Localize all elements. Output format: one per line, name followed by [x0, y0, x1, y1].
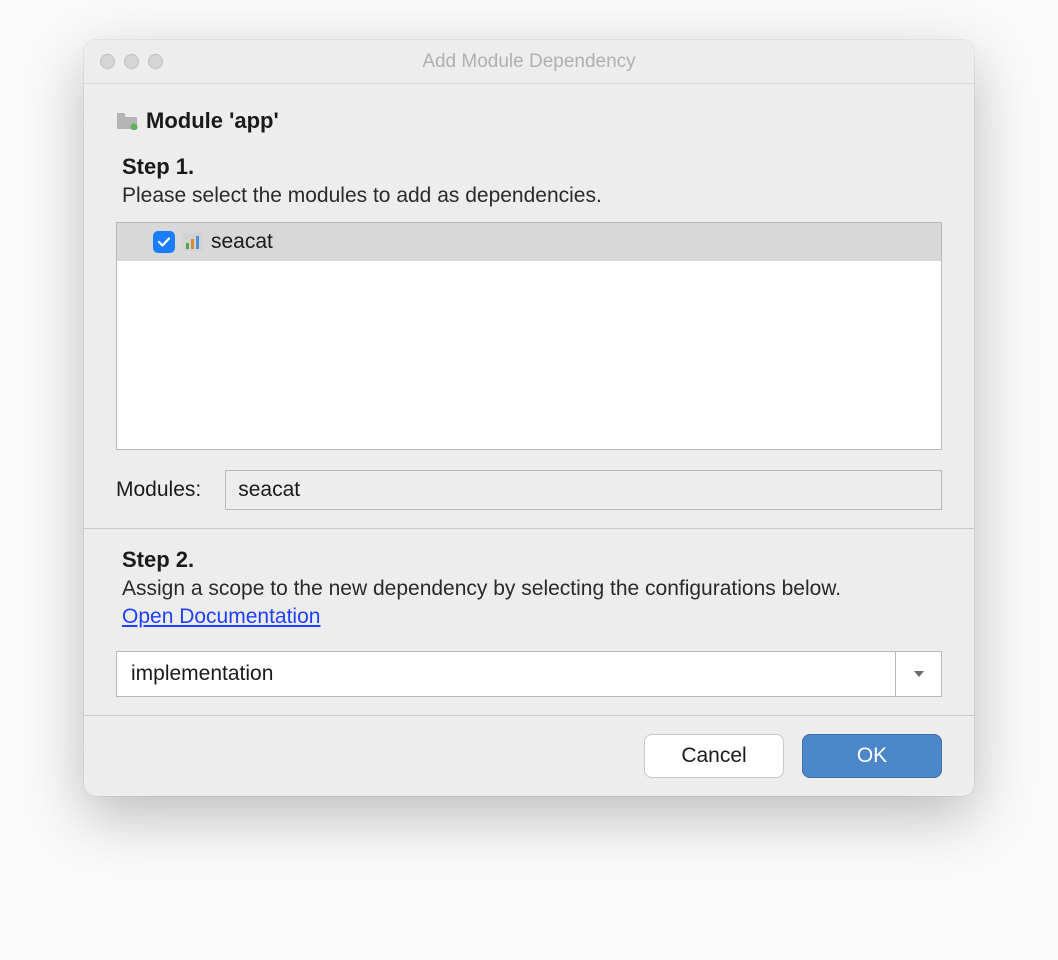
- step2-desc: Assign a scope to the new dependency by …: [122, 577, 942, 601]
- ok-button[interactable]: OK: [802, 734, 942, 778]
- dialog-content: Module 'app' Step 1. Please select the m…: [84, 84, 974, 796]
- module-row[interactable]: seacat: [117, 223, 941, 261]
- zoom-traffic-light[interactable]: [148, 54, 163, 69]
- module-checkbox[interactable]: [153, 231, 175, 253]
- minimize-traffic-light[interactable]: [124, 54, 139, 69]
- step1-label: Step 1.: [122, 154, 942, 180]
- scope-select-value[interactable]: implementation: [116, 651, 896, 697]
- scope-select-arrow[interactable]: [896, 651, 942, 697]
- titlebar: Add Module Dependency: [84, 40, 974, 84]
- module-bars-icon: [183, 233, 203, 251]
- module-folder-icon: [116, 112, 138, 130]
- module-list[interactable]: seacat: [116, 222, 942, 450]
- module-header: Module 'app': [116, 108, 942, 134]
- scope-select[interactable]: implementation: [116, 651, 942, 697]
- modules-label: Modules:: [116, 478, 201, 502]
- divider-bottom: [84, 715, 974, 716]
- module-name-label: seacat: [211, 230, 273, 254]
- close-traffic-light[interactable]: [100, 54, 115, 69]
- dialog-title: Add Module Dependency: [84, 51, 974, 73]
- modules-field-row: Modules:: [116, 470, 942, 510]
- divider: [84, 528, 974, 529]
- step1-desc: Please select the modules to add as depe…: [122, 184, 942, 208]
- modules-input[interactable]: [225, 470, 942, 510]
- button-row: Cancel OK: [116, 734, 942, 778]
- step2-label: Step 2.: [122, 547, 942, 573]
- open-documentation-link[interactable]: Open Documentation: [122, 605, 320, 629]
- cancel-button[interactable]: Cancel: [644, 734, 784, 778]
- traffic-lights: [84, 54, 163, 69]
- module-header-text: Module 'app': [146, 108, 279, 134]
- add-module-dependency-dialog: Add Module Dependency Module 'app' Step …: [84, 40, 974, 796]
